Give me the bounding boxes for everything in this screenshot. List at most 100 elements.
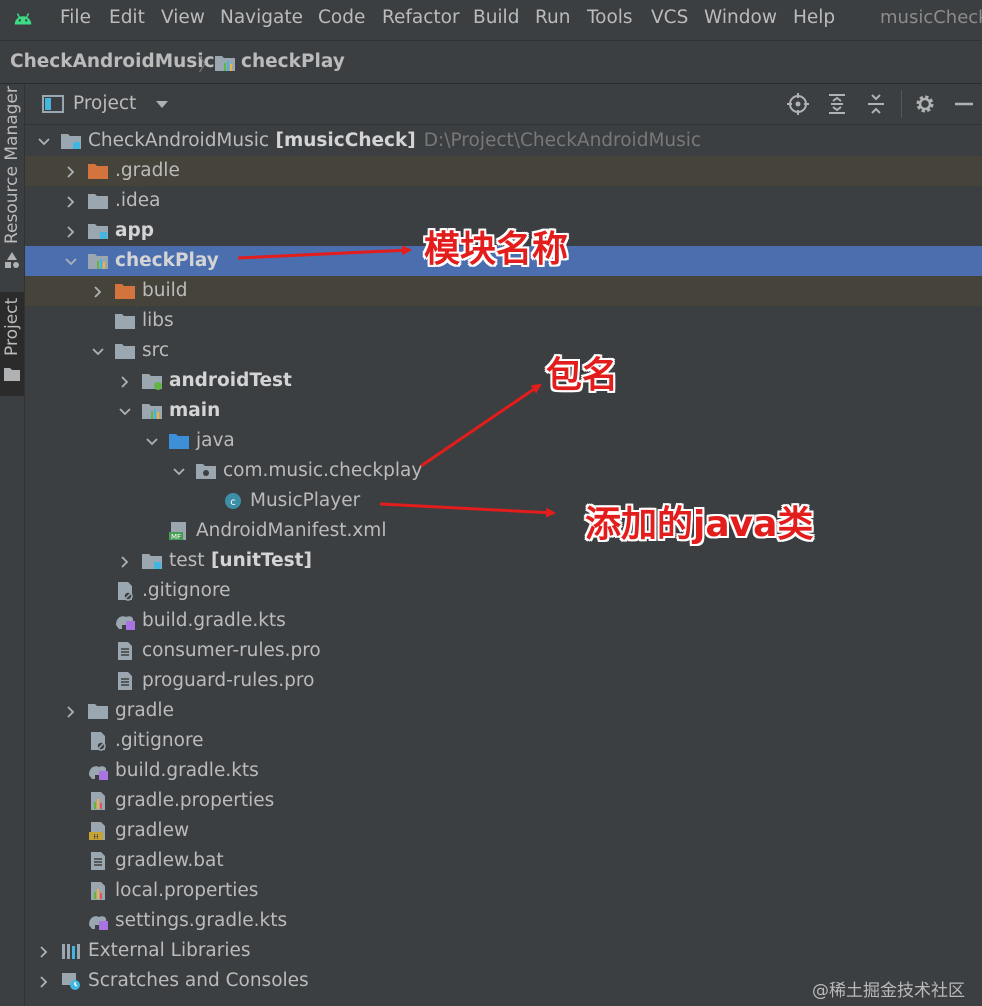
- tree-item-name: AndroidManifest.xml: [196, 520, 387, 541]
- tree-row-label: gradlew.bat: [115, 850, 224, 871]
- menu-edit[interactable]: Edit: [109, 7, 145, 28]
- chevron-right-icon[interactable]: [64, 703, 78, 718]
- tree-row[interactable]: androidTest: [25, 366, 982, 396]
- manifest-icon: MF: [168, 521, 190, 541]
- tree-row[interactable]: settings.gradle.kts: [25, 906, 982, 936]
- chevron-right-icon[interactable]: [118, 373, 132, 388]
- breadcrumb-project[interactable]: CheckAndroidMusic: [10, 51, 215, 72]
- tree-row[interactable]: .gitignore: [25, 726, 982, 756]
- library-module-icon: [87, 251, 109, 271]
- tree-item-name: test: [169, 550, 205, 571]
- tree-row[interactable]: com.music.checkplay: [25, 456, 982, 486]
- window-title: musicCheck: [880, 7, 982, 28]
- module-folder-icon: [87, 221, 109, 241]
- select-opened-file-icon[interactable]: [786, 92, 810, 116]
- tree-row[interactable]: local.properties: [25, 876, 982, 906]
- collapse-all-icon[interactable]: [864, 92, 888, 116]
- tree-row-label: External Libraries: [88, 940, 251, 961]
- tree-item-name: gradlew: [115, 820, 190, 841]
- chevron-down-icon[interactable]: [155, 100, 169, 110]
- module-name-suffix: [musicCheck]: [269, 130, 416, 151]
- tree-row[interactable]: c MusicPlayer: [25, 486, 982, 516]
- tree-row[interactable]: consumer-rules.pro: [25, 636, 982, 666]
- test-source-folder-icon: [141, 371, 163, 391]
- tree-item-name: com.music.checkplay: [223, 460, 423, 481]
- gradle-kts-icon: [87, 911, 109, 931]
- breadcrumb-module[interactable]: checkPlay: [241, 51, 345, 72]
- chevron-down-icon[interactable]: [64, 253, 78, 267]
- menu-file[interactable]: File: [60, 7, 91, 28]
- hide-panel-icon[interactable]: [952, 92, 976, 116]
- tree-row[interactable]: src: [25, 336, 982, 366]
- chevron-right-icon[interactable]: [64, 223, 78, 238]
- tree-row-label: .gitignore: [115, 730, 204, 751]
- menu-code[interactable]: Code: [318, 7, 365, 28]
- menu-navigate[interactable]: Navigate: [220, 7, 303, 28]
- project-panel-header: Project: [25, 84, 982, 125]
- tree-row-label: local.properties: [115, 880, 258, 901]
- tree-item-name: build.gradle.kts: [115, 760, 259, 781]
- gear-icon[interactable]: [913, 92, 937, 116]
- svg-text:MF: MF: [171, 533, 181, 541]
- tree-row[interactable]: External Libraries: [25, 936, 982, 966]
- tree-row[interactable]: proguard-rules.pro: [25, 666, 982, 696]
- tree-row[interactable]: main: [25, 396, 982, 426]
- tree-row[interactable]: build.gradle.kts: [25, 756, 982, 786]
- tree-item-name: src: [142, 340, 170, 361]
- resource-manager-tab[interactable]: Resource Manager: [0, 84, 24, 274]
- chevron-right-icon[interactable]: [37, 973, 51, 988]
- chevron-right-icon[interactable]: [64, 193, 78, 208]
- menu-window[interactable]: Window: [704, 7, 777, 28]
- chevron-down-icon[interactable]: [37, 133, 51, 147]
- tree-row[interactable]: libs: [25, 306, 982, 336]
- tree-row-label: proguard-rules.pro: [142, 670, 314, 691]
- chevron-right-icon[interactable]: [64, 163, 78, 178]
- tree-row[interactable]: gradle: [25, 696, 982, 726]
- tree-item-name: androidTest: [169, 370, 292, 391]
- expand-all-icon[interactable]: [825, 92, 849, 116]
- menu-vcs[interactable]: VCS: [651, 7, 688, 28]
- menu-run[interactable]: Run: [535, 7, 570, 28]
- tree-row-label: .idea: [115, 190, 160, 211]
- folder-icon: [4, 368, 20, 381]
- menu-help[interactable]: Help: [793, 7, 835, 28]
- menu-refactor[interactable]: Refactor: [382, 7, 460, 28]
- toolbar-divider: [901, 90, 902, 118]
- project-view-icon: [42, 95, 64, 113]
- folder-icon: [114, 341, 136, 361]
- tree-row[interactable]: CheckAndroidMusic [musicCheck] D:\Project…: [25, 126, 982, 156]
- tree-row[interactable]: build: [25, 276, 982, 306]
- menu-view[interactable]: View: [161, 7, 205, 28]
- project-view-selector[interactable]: Project: [73, 93, 136, 114]
- left-tool-window-strip: Resource Manager Project: [0, 84, 25, 1006]
- tree-row[interactable]: Hgradlew: [25, 816, 982, 846]
- tree-row[interactable]: .gitignore: [25, 576, 982, 606]
- tree-row[interactable]: MF AndroidManifest.xml: [25, 516, 982, 546]
- test-folder-icon: [141, 551, 163, 571]
- chevron-down-icon[interactable]: [118, 403, 132, 417]
- tree-item-name: build.gradle.kts: [142, 610, 286, 631]
- tree-row[interactable]: test [unitTest]: [25, 546, 982, 576]
- chevron-right-icon[interactable]: [118, 553, 132, 568]
- menu-tools[interactable]: Tools: [587, 7, 633, 28]
- tree-row[interactable]: build.gradle.kts: [25, 606, 982, 636]
- chevron-down-icon[interactable]: [145, 433, 159, 447]
- tree-row[interactable]: gradlew.bat: [25, 846, 982, 876]
- text-file-icon: [114, 671, 136, 691]
- tree-row[interactable]: java: [25, 426, 982, 456]
- chevron-right-icon[interactable]: [37, 943, 51, 958]
- tree-item-name: .gitignore: [142, 580, 231, 601]
- tree-row[interactable]: .gradle: [25, 156, 982, 186]
- tree-item-name: .gradle: [115, 160, 180, 181]
- project-tab[interactable]: Project: [0, 292, 24, 396]
- chevron-down-icon[interactable]: [172, 463, 186, 477]
- menu-build[interactable]: Build: [473, 7, 519, 28]
- tree-row[interactable]: gradle.properties: [25, 786, 982, 816]
- tree-row-label: build: [142, 280, 188, 301]
- tree-row[interactable]: .idea: [25, 186, 982, 216]
- chevron-down-icon[interactable]: [91, 343, 105, 357]
- tree-row-label: MusicPlayer: [250, 490, 360, 511]
- tree-item-name: build: [142, 280, 188, 301]
- chevron-right-icon[interactable]: [91, 283, 105, 298]
- module-folder-icon: [60, 131, 82, 151]
